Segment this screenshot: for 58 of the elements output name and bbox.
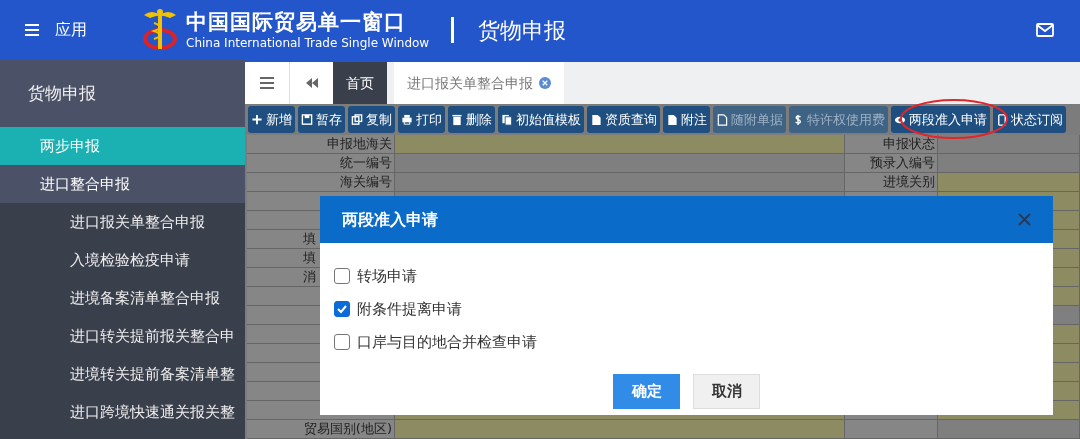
input-field[interactable]	[395, 135, 845, 153]
sidebar-subitem[interactable]: 进境转关提前备案清单整	[0, 355, 245, 393]
dialog-title: 两段准入申请	[342, 208, 438, 231]
menu-icon[interactable]	[25, 24, 39, 36]
page-title: 货物申报	[478, 16, 567, 45]
field-label: 贸易国别(地区)	[247, 420, 395, 438]
sidebar-subitem[interactable]: 进境备案清单整合申报	[0, 279, 245, 317]
field-label: 申报地海关	[247, 135, 395, 153]
toolbar-button[interactable]: 附注	[663, 106, 710, 134]
field-label: 海关编号	[247, 173, 395, 191]
documents-icon	[501, 113, 513, 126]
document-icon	[666, 113, 678, 126]
sidebar-subitem[interactable]: 入境检验检疫申请	[0, 241, 245, 279]
option-label[interactable]: 附条件提离申请	[357, 297, 462, 321]
file-icon	[716, 113, 728, 126]
checkbox[interactable]	[334, 301, 350, 317]
emblem-icon	[142, 7, 178, 53]
tab[interactable]: 进口报关单整合申报	[394, 62, 564, 105]
phone-icon	[996, 113, 1008, 126]
toolbar-button[interactable]: 资质查询	[587, 106, 660, 134]
sidebar-subitem[interactable]: 进口报关单整合申报	[0, 203, 245, 241]
toolbar-button[interactable]: 暂存	[298, 106, 345, 134]
tab[interactable]: 首页	[333, 62, 387, 105]
toolbar-button[interactable]: 两段准入申请	[891, 106, 990, 134]
toolbar-button[interactable]: 初始值模板	[498, 106, 584, 134]
document-icon	[590, 113, 602, 126]
toolbar-button[interactable]: 新增	[248, 106, 295, 134]
field-label: 预录入编号	[845, 154, 938, 172]
menu-label[interactable]: 应用	[55, 18, 87, 42]
toolbar-button[interactable]: 复制	[348, 106, 395, 134]
toolbar-button[interactable]: 删除	[448, 106, 495, 134]
trash-icon	[451, 113, 463, 126]
save-icon	[301, 113, 313, 126]
option-label[interactable]: 口岸与目的地合并检查申请	[357, 330, 537, 354]
site-subtitle: China International Trade Single Window	[186, 35, 430, 51]
dollar-icon	[792, 113, 804, 126]
plus-icon	[251, 113, 263, 126]
sidebar-title: 货物申报	[0, 60, 245, 127]
toolbar-button[interactable]: 状态订阅	[993, 106, 1066, 134]
input-field[interactable]	[938, 173, 1080, 191]
mail-icon[interactable]	[1036, 23, 1054, 37]
sidebar-subitem[interactable]: 进口转关提前报关整合申	[0, 317, 245, 355]
close-icon[interactable]	[539, 77, 551, 90]
checkbox[interactable]	[334, 268, 350, 284]
rewind-icon[interactable]	[305, 77, 318, 90]
sidebar-item[interactable]: 进口整合申报	[0, 165, 245, 203]
field-label: 申报状态	[845, 135, 938, 153]
input-field[interactable]	[395, 420, 845, 438]
copy-icon	[351, 113, 363, 126]
menu-icon[interactable]	[260, 77, 274, 90]
site-title: 中国国际贸易单一窗口	[186, 9, 407, 36]
field-label: 进境关别	[845, 173, 938, 191]
toolbar-button[interactable]: 打印	[398, 106, 445, 134]
print-icon	[401, 113, 413, 126]
checkbox[interactable]	[334, 334, 350, 350]
close-icon[interactable]	[1018, 213, 1031, 226]
sidebar-subitem[interactable]: 进口跨境快速通关报关整	[0, 393, 245, 431]
cancel-button[interactable]: 取消	[693, 374, 760, 409]
